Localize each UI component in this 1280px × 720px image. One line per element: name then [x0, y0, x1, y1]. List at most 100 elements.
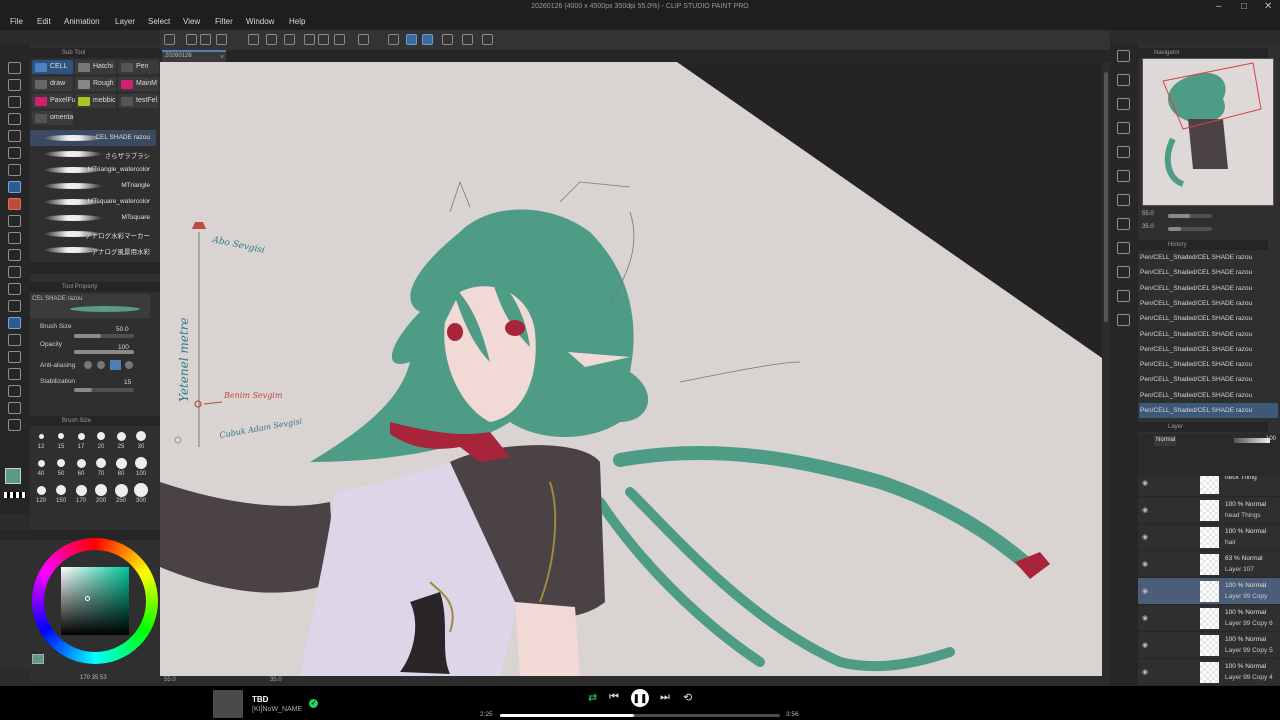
- blend-tool-icon[interactable]: [8, 283, 21, 295]
- liked-check-icon[interactable]: ✓: [309, 699, 318, 708]
- brush-size-dot[interactable]: [36, 485, 46, 495]
- brush-size-dot[interactable]: [37, 459, 45, 467]
- stabilization-slider[interactable]: [74, 388, 134, 392]
- subtool-group-3[interactable]: draw: [32, 77, 73, 91]
- frame-tool-icon[interactable]: [8, 351, 21, 363]
- layer-visibility-icon[interactable]: ◉: [1142, 506, 1148, 514]
- menu-help[interactable]: Help: [289, 17, 305, 26]
- sub-view-icon[interactable]: [1117, 146, 1130, 158]
- layer-row[interactable]: ◉ 100 % Normal Layer 99 Copy: [1138, 578, 1280, 605]
- layer-visibility-icon[interactable]: ◉: [1142, 560, 1148, 568]
- material-icon[interactable]: [1117, 74, 1130, 86]
- brush-size-dot[interactable]: [136, 431, 146, 441]
- eraser-tool-icon[interactable]: [8, 266, 21, 278]
- layer-visibility-icon[interactable]: ◉: [1142, 668, 1148, 676]
- layer-visibility-icon[interactable]: ◉: [1142, 533, 1148, 541]
- subtool-group-4[interactable]: Rough: [75, 77, 116, 91]
- brush-size-dot[interactable]: [97, 432, 105, 440]
- layer-visibility-icon[interactable]: ◉: [1142, 614, 1148, 622]
- layer-opacity-value[interactable]: 100: [1266, 436, 1276, 442]
- pause-button[interactable]: ❚❚: [631, 689, 649, 707]
- brush-size-value[interactable]: 50.0: [116, 326, 129, 333]
- stabilization-value[interactable]: 15: [124, 379, 131, 386]
- antialias-strong-icon[interactable]: [125, 361, 133, 369]
- brush-size-dot[interactable]: [75, 484, 87, 496]
- subtool-group-0[interactable]: CELL: [32, 60, 73, 74]
- auto-select-icon[interactable]: [8, 164, 21, 176]
- decoration-tool-icon[interactable]: [8, 249, 21, 261]
- brush-size-dot[interactable]: [114, 483, 128, 497]
- brush-size-dot[interactable]: [77, 432, 85, 440]
- subtool-group-8[interactable]: testFel: [118, 94, 159, 108]
- menu-layer[interactable]: Layer: [115, 17, 135, 26]
- info-icon[interactable]: [1117, 290, 1130, 302]
- layer-opacity-slider[interactable]: [1234, 438, 1270, 443]
- help-icon[interactable]: [482, 34, 493, 45]
- subtool-group-6[interactable]: PaxelFu: [32, 94, 76, 108]
- fill-icon[interactable]: [318, 34, 329, 45]
- antialias-medium-icon[interactable]: [110, 360, 121, 370]
- brush-item[interactable]: アナログ風景用水彩: [30, 242, 156, 258]
- gradient-tool-icon[interactable]: [8, 317, 21, 329]
- navigator-angle[interactable]: 35.0: [1142, 224, 1154, 230]
- main-color-swatch[interactable]: [5, 468, 21, 484]
- subtool-group-9[interactable]: omenta: [32, 111, 73, 125]
- brush-item[interactable]: MTsquare_watercolor: [30, 194, 156, 210]
- navigator-zoom-slider[interactable]: [1168, 214, 1212, 218]
- layer-search-icon[interactable]: [1117, 266, 1130, 278]
- balloon-tool-icon[interactable]: [8, 402, 21, 414]
- brush-size-dot[interactable]: [56, 485, 66, 495]
- menu-view[interactable]: View: [183, 17, 200, 26]
- brush-item[interactable]: MTriangle_watercolor: [30, 162, 156, 178]
- layer-visibility-icon[interactable]: ◉: [1142, 479, 1148, 487]
- redo-icon[interactable]: [266, 34, 277, 45]
- navigator-preview[interactable]: [1142, 58, 1274, 206]
- undo-icon[interactable]: [248, 34, 259, 45]
- history-item[interactable]: Pen/CELL_Shaded/CEL SHADE razou: [1139, 281, 1278, 296]
- hand-tool-icon[interactable]: [8, 79, 21, 91]
- history-item[interactable]: Pen/CELL_Shaded/CEL SHADE razou: [1139, 388, 1278, 403]
- layer-row[interactable]: ◉ 100 % Normal Layer 99 Copy 5: [1138, 632, 1280, 659]
- canvas-angle-readout[interactable]: 35.0: [270, 677, 282, 683]
- text-tool-icon[interactable]: [8, 385, 21, 397]
- fill-tool-icon[interactable]: [8, 300, 21, 312]
- maximize-icon[interactable]: □: [1241, 1, 1247, 12]
- vertical-scroll-thumb[interactable]: [1104, 72, 1108, 322]
- menu-window[interactable]: Window: [246, 17, 274, 26]
- current-color-swatch[interactable]: [32, 654, 44, 664]
- open-file-icon[interactable]: [200, 34, 211, 45]
- invert-selection-icon[interactable]: [388, 34, 399, 45]
- subtool-group-5[interactable]: MainM: [118, 77, 159, 91]
- brush-item[interactable]: MTriangle: [30, 178, 156, 194]
- close-tab-icon[interactable]: ×: [220, 54, 224, 61]
- navigator-angle-slider[interactable]: [1168, 227, 1212, 231]
- snap-to-ruler-icon[interactable]: [406, 34, 417, 45]
- animation-icon[interactable]: [1117, 194, 1130, 206]
- history-item[interactable]: Pen/CELL_Shaded/CEL SHADE razou: [1139, 250, 1278, 265]
- brush-item[interactable]: MTsquare: [30, 210, 156, 226]
- move-tool-icon[interactable]: [8, 113, 21, 125]
- previous-icon[interactable]: ⏮: [609, 691, 619, 704]
- layer-row[interactable]: ◉ neck Thing: [1138, 476, 1280, 497]
- correct-line-icon[interactable]: [8, 419, 21, 431]
- menu-filter[interactable]: Filter: [215, 17, 233, 26]
- clear-icon[interactable]: [304, 34, 315, 45]
- transparent-color-swatch[interactable]: [4, 492, 26, 498]
- color-picker-cursor[interactable]: [85, 596, 90, 601]
- antialias-weak-icon[interactable]: [97, 361, 105, 369]
- save-icon[interactable]: [216, 34, 227, 45]
- search-icon[interactable]: [1117, 50, 1130, 62]
- subtool-group-1[interactable]: Hatchi: [75, 60, 116, 74]
- pen-tool-icon[interactable]: [8, 181, 21, 193]
- opacity-value[interactable]: 100: [118, 344, 129, 351]
- brush-size-dot[interactable]: [76, 458, 86, 468]
- figure-tool-icon[interactable]: [8, 334, 21, 346]
- item-bank-icon[interactable]: [1117, 170, 1130, 182]
- brush-size-dot[interactable]: [38, 433, 44, 439]
- brush-size-slider[interactable]: [74, 334, 134, 338]
- new-file-icon[interactable]: [186, 34, 197, 45]
- history-item[interactable]: Pen/CELL_Shaded/CEL SHADE razou: [1139, 342, 1278, 357]
- zoom-tool-icon[interactable]: [8, 62, 21, 74]
- snap-to-special-ruler-icon[interactable]: [422, 34, 433, 45]
- clip-studio-icon[interactable]: [164, 34, 175, 45]
